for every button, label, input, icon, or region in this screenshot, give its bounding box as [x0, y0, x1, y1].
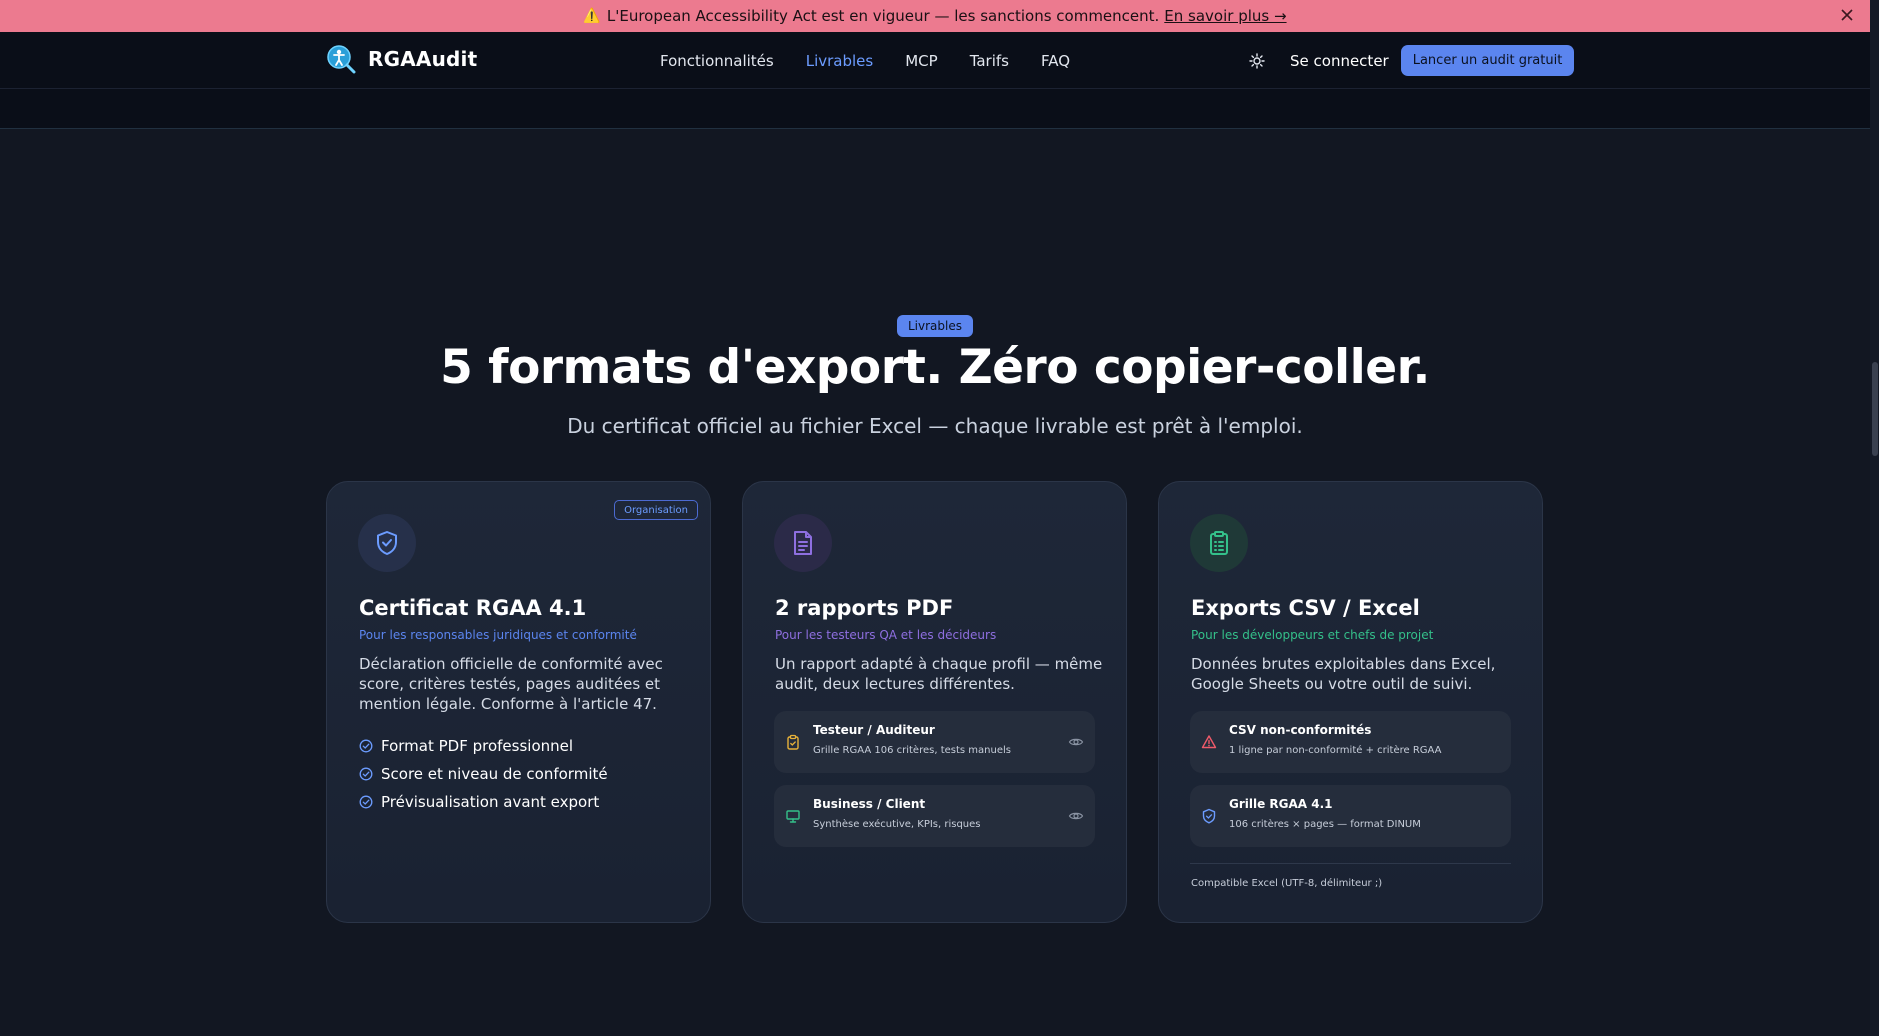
shield-check-icon	[358, 514, 416, 572]
export-csv-nonconformites[interactable]: CSV non-conformités 1 ligne par non-conf…	[1190, 711, 1511, 773]
warning-icon: ⚠️	[583, 8, 601, 24]
clipboard-icon	[787, 734, 799, 750]
header-subbar	[0, 89, 1870, 129]
feature-item: Format PDF professionnel	[359, 732, 608, 760]
card-title: Certificat RGAA 4.1	[359, 596, 587, 620]
close-icon[interactable]	[1838, 6, 1856, 24]
announcement-banner: ⚠️ L'European Accessibility Act est en v…	[0, 0, 1870, 32]
shield-icon	[1202, 808, 1216, 824]
presentation-icon	[786, 810, 800, 823]
clipboard-list-icon	[1190, 514, 1248, 572]
report-desc: Synthèse exécutive, KPIs, risques	[813, 819, 981, 830]
card-description: Données brutes exploitables dans Excel, …	[1191, 655, 1496, 693]
check-circle-icon	[359, 795, 373, 809]
card-audience: Pour les testeurs QA et les décideurs	[775, 628, 997, 642]
export-grille-rgaa[interactable]: Grille RGAA 4.1 106 critères × pages — f…	[1190, 785, 1511, 847]
report-title: Testeur / Auditeur	[813, 723, 935, 737]
report-title: Business / Client	[813, 797, 926, 811]
eye-icon[interactable]	[1068, 734, 1084, 750]
section-pill: Livrables	[897, 315, 973, 337]
export-desc: 1 ligne par non-conformité + critère RGA…	[1229, 745, 1442, 756]
banner-text: L'European Accessibility Act est en vigu…	[606, 7, 1160, 25]
card-exports-csv: Exports CSV / Excel Pour les développeur…	[1158, 481, 1543, 923]
export-title: CSV non-conformités	[1229, 723, 1372, 737]
feature-list: Format PDF professionnel Score et niveau…	[359, 732, 608, 816]
site-header: RGAAudit Fonctionnalités Livrables MCP T…	[0, 32, 1870, 89]
section-title: 5 formats d'export. Zéro copier-coller.	[440, 340, 1430, 395]
compatibility-note: Compatible Excel (UTF-8, délimiteur ;)	[1191, 878, 1383, 889]
feature-item: Prévisualisation avant export	[359, 788, 608, 816]
banner-learn-more-link[interactable]: En savoir plus →	[1164, 7, 1286, 25]
card-audience: Pour les responsables juridiques et conf…	[359, 628, 637, 642]
organisation-badge: Organisation	[614, 500, 698, 520]
card-audience: Pour les développeurs et chefs de projet	[1191, 628, 1434, 642]
logo-text: RGAAudit	[368, 47, 478, 71]
scrollbar-thumb[interactable]	[1872, 362, 1878, 456]
card-description: Déclaration officielle de conformité ave…	[359, 655, 663, 713]
report-testeur[interactable]: Testeur / Auditeur Grille RGAA 106 critè…	[774, 711, 1095, 773]
check-circle-icon	[359, 767, 373, 781]
sun-icon[interactable]	[1248, 52, 1266, 70]
logo[interactable]: RGAAudit	[326, 44, 477, 74]
divider	[1190, 863, 1511, 864]
feature-item: Score et niveau de conformité	[359, 760, 608, 788]
nav-fonctionnalites[interactable]: Fonctionnalités	[660, 52, 774, 70]
check-circle-icon	[359, 739, 373, 753]
nav-faq[interactable]: FAQ	[1041, 52, 1070, 70]
login-link[interactable]: Se connecter	[1290, 52, 1389, 70]
card-title: 2 rapports PDF	[775, 596, 954, 620]
document-icon	[774, 514, 832, 572]
nav-mcp[interactable]: MCP	[905, 52, 937, 70]
report-business[interactable]: Business / Client Synthèse exécutive, KP…	[774, 785, 1095, 847]
feature-text: Format PDF professionnel	[381, 737, 574, 755]
start-audit-button[interactable]: Lancer un audit gratuit	[1400, 45, 1575, 76]
export-desc: 106 critères × pages — format DINUM	[1229, 819, 1421, 830]
main-nav: Fonctionnalités Livrables MCP Tarifs FAQ	[660, 32, 1102, 89]
report-desc: Grille RGAA 106 critères, tests manuels	[813, 745, 1011, 756]
nav-livrables[interactable]: Livrables	[806, 52, 874, 70]
page-scrollbar[interactable]	[1870, 0, 1879, 1036]
card-rapports-pdf: 2 rapports PDF Pour les testeurs QA et l…	[742, 481, 1127, 923]
export-title: Grille RGAA 4.1	[1229, 797, 1333, 811]
warning-triangle-icon	[1201, 735, 1217, 749]
header-actions: Se connecter Lancer un audit gratuit	[1248, 32, 1575, 89]
section-subtitle: Du certificat officiel au fichier Excel …	[567, 414, 1303, 438]
logo-mark-icon	[327, 45, 356, 74]
card-title: Exports CSV / Excel	[1191, 596, 1420, 620]
feature-text: Score et niveau de conformité	[381, 765, 608, 783]
card-certificat: Organisation Certificat RGAA 4.1 Pour le…	[326, 481, 711, 923]
card-description: Un rapport adapté à chaque profil — même…	[775, 655, 1103, 693]
nav-tarifs[interactable]: Tarifs	[970, 52, 1009, 70]
eye-icon[interactable]	[1068, 808, 1084, 824]
feature-text: Prévisualisation avant export	[381, 793, 600, 811]
